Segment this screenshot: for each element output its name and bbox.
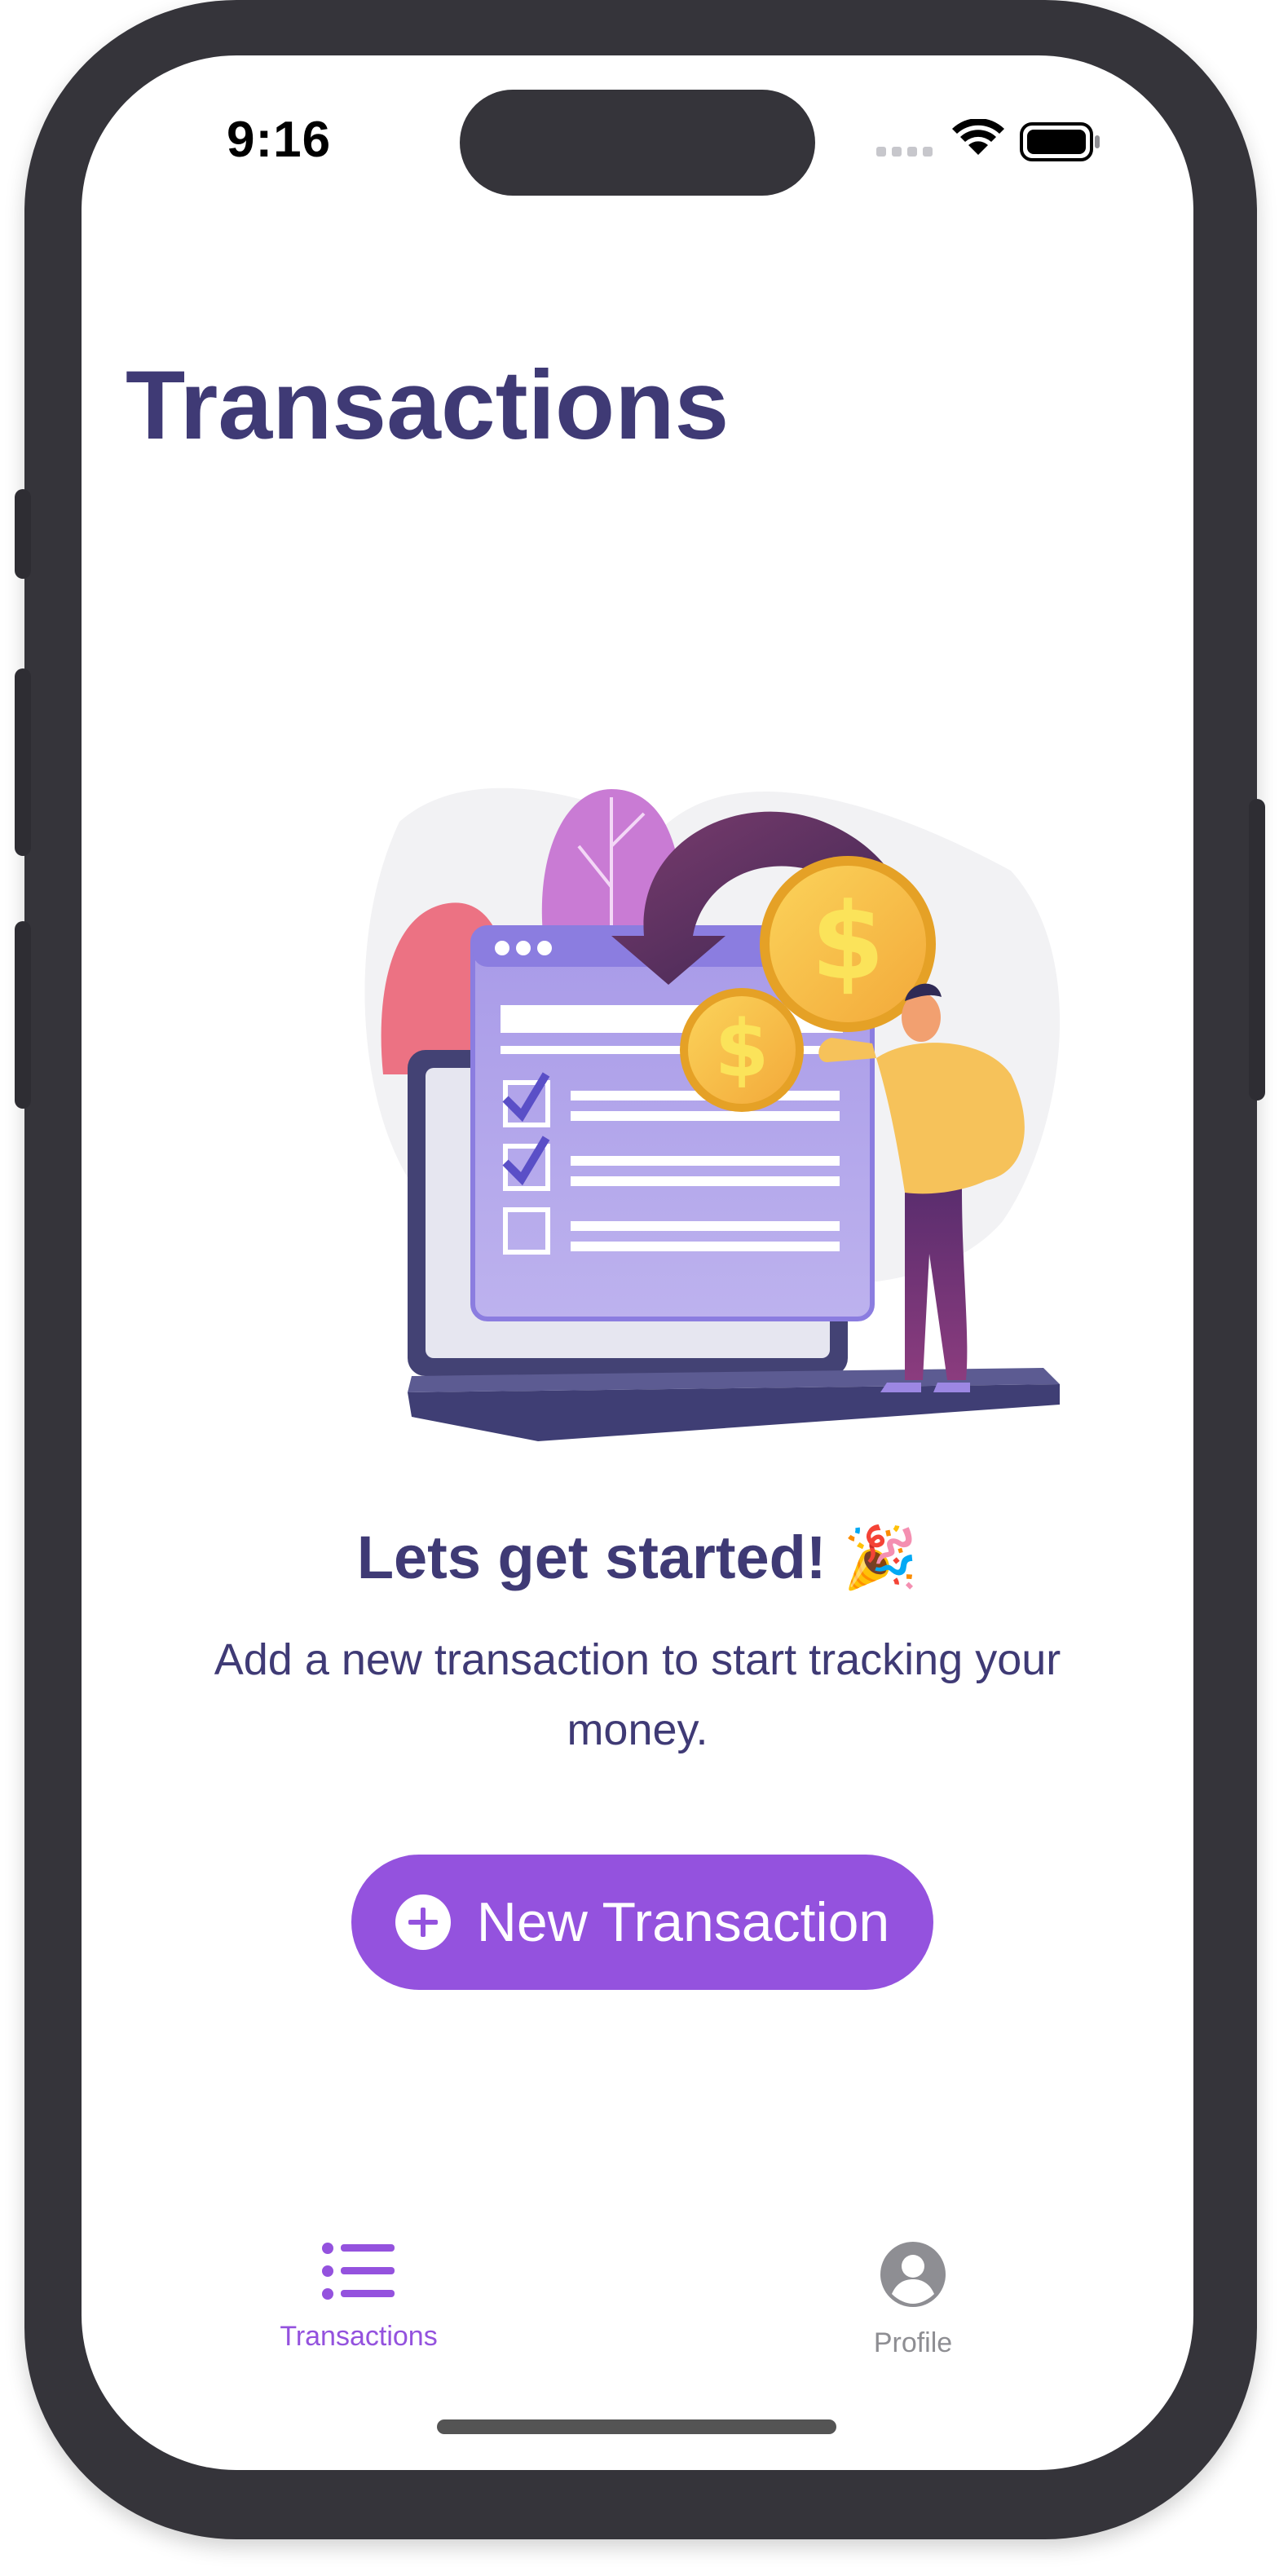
empty-state-illustration: $ $ [285,716,1068,1466]
side-button-volume-up [15,668,31,856]
dynamic-island [460,90,815,196]
tab-transactions[interactable]: Transactions [236,2240,481,2353]
small-coin: $ [680,988,804,1112]
person-circle-icon [880,2242,946,2307]
new-transaction-label: New Transaction [476,1891,890,1953]
tab-bar: Transactions Profile [82,2240,1193,2387]
page-title: Transactions [126,351,730,460]
status-time: 9:16 [227,112,332,168]
status-icons [876,118,1121,168]
list-icon [322,2243,395,2300]
wifi-icon [952,118,1004,155]
svg-text:$: $ [715,1003,770,1095]
home-indicator [437,2419,836,2434]
battery-icon [1020,122,1100,161]
plus-circle-icon [395,1895,451,1950]
app-screen: 9:16 Transactions $ $ Lets get started! … [82,55,1193,2470]
cellular-signal-icon [876,147,933,157]
tab-profile[interactable]: Profile [791,2240,1035,2359]
new-transaction-button[interactable]: New Transaction [351,1855,933,1990]
tab-profile-label: Profile [873,2327,953,2358]
laptop-base [408,1384,1060,1441]
side-button-power [1249,799,1265,1101]
svg-text:$: $ [811,880,884,1003]
empty-state-message: Add a new transaction to start tracking … [214,1635,1061,1754]
side-button-volume-down [15,921,31,1109]
side-button-action [15,489,31,579]
tab-transactions-label: Transactions [280,2321,438,2352]
empty-state-headline: Lets get started! 🎉 [356,1524,919,1591]
